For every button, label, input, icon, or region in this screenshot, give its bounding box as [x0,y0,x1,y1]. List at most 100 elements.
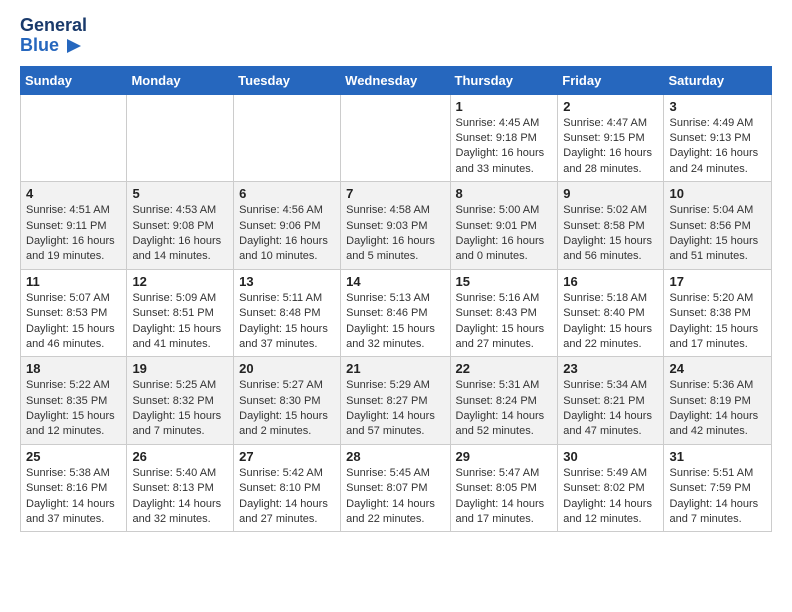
day-number: 3 [669,99,766,114]
logo-arrow-icon [61,39,81,53]
day-info: Sunrise: 4:53 AM Sunset: 9:08 PM Dayligh… [132,203,228,265]
calendar-cell: 30Sunrise: 5:49 AM Sunset: 8:02 PM Dayli… [558,444,664,532]
day-info: Sunrise: 4:56 AM Sunset: 9:06 PM Dayligh… [239,203,335,265]
day-number: 12 [132,274,228,289]
day-info: Sunrise: 5:04 AM Sunset: 8:56 PM Dayligh… [669,203,766,265]
day-info: Sunrise: 4:49 AM Sunset: 9:13 PM Dayligh… [669,116,766,178]
calendar-cell: 25 Sunrise: 5:38 AM Sunset: 8:16 PM Dayli… [21,444,127,532]
calendar-cell [234,94,341,182]
day-info: Sunrise: 5:34 AM Sunset: 8:21 PM Dayligh… [563,378,658,440]
calendar-week-3: 11 Sunrise: 5:07 AM Sunset: 8:53 PM Dayli… [21,269,772,357]
day-number: 9 [563,186,658,201]
day-number: 8 [456,186,553,201]
day-info: Sunrise: 4:51 AM Sunset: 9:11 PM Dayligh… [26,203,121,265]
calendar-cell [127,94,234,182]
calendar-cell [21,94,127,182]
day-number: 27 [239,449,335,464]
day-info: Sunrise: 5:29 AM Sunset: 8:27 PM Dayligh… [346,378,444,440]
day-number: 4 [26,186,121,201]
calendar-cell: 12Sunrise: 5:09 AM Sunset: 8:51 PM Dayli… [127,269,234,357]
calendar-week-4: 18 Sunrise: 5:22 AM Sunset: 8:35 PM Dayli… [21,357,772,445]
day-info: Sunrise: 5:25 AM Sunset: 8:32 PM Dayligh… [132,378,228,440]
weekday-header-friday: Friday [558,66,664,94]
day-number: 31 [669,449,766,464]
calendar-cell: 21 Sunrise: 5:29 AM Sunset: 8:27 PM Dayli… [341,357,450,445]
calendar-cell: 18 Sunrise: 5:22 AM Sunset: 8:35 PM Dayli… [21,357,127,445]
calendar-cell: 31 Sunrise: 5:51 AM Sunset: 7:59 PM Dayli… [664,444,772,532]
calendar-cell: 28 Sunrise: 5:45 AM Sunset: 8:07 PM Dayli… [341,444,450,532]
calendar-cell: 10Sunrise: 5:04 AM Sunset: 8:56 PM Dayli… [664,182,772,270]
day-number: 13 [239,274,335,289]
day-number: 25 [26,449,121,464]
logo-text-blue: Blue [20,36,81,56]
calendar-cell: 16Sunrise: 5:18 AM Sunset: 8:40 PM Dayli… [558,269,664,357]
calendar-cell: 5 Sunrise: 4:53 AM Sunset: 9:08 PM Daylig… [127,182,234,270]
calendar-header: SundayMondayTuesdayWednesdayThursdayFrid… [21,66,772,94]
day-number: 7 [346,186,444,201]
day-info: Sunrise: 5:27 AM Sunset: 8:30 PM Dayligh… [239,378,335,440]
day-info: Sunrise: 5:40 AM Sunset: 8:13 PM Dayligh… [132,466,228,528]
calendar-body: 1 Sunrise: 4:45 AM Sunset: 9:18 PM Daylig… [21,94,772,532]
day-number: 21 [346,361,444,376]
page: GeneralBlue SundayMondayTuesdayWednesday… [0,0,792,548]
calendar-cell: 11 Sunrise: 5:07 AM Sunset: 8:53 PM Dayli… [21,269,127,357]
day-info: Sunrise: 4:45 AM Sunset: 9:18 PM Dayligh… [456,116,553,178]
day-info: Sunrise: 4:47 AM Sunset: 9:15 PM Dayligh… [563,116,658,178]
day-info: Sunrise: 5:16 AM Sunset: 8:43 PM Dayligh… [456,291,553,353]
calendar-cell: 29Sunrise: 5:47 AM Sunset: 8:05 PM Dayli… [450,444,558,532]
logo-text-general: General [20,16,87,36]
weekday-row: SundayMondayTuesdayWednesdayThursdayFrid… [21,66,772,94]
day-info: Sunrise: 5:02 AM Sunset: 8:58 PM Dayligh… [563,203,658,265]
day-info: Sunrise: 5:00 AM Sunset: 9:01 PM Dayligh… [456,203,553,265]
day-number: 18 [26,361,121,376]
day-info: Sunrise: 5:11 AM Sunset: 8:48 PM Dayligh… [239,291,335,353]
day-info: Sunrise: 5:49 AM Sunset: 8:02 PM Dayligh… [563,466,658,528]
day-number: 22 [456,361,553,376]
day-number: 17 [669,274,766,289]
day-number: 26 [132,449,228,464]
day-info: Sunrise: 5:42 AM Sunset: 8:10 PM Dayligh… [239,466,335,528]
calendar-cell: 22 Sunrise: 5:31 AM Sunset: 8:24 PM Dayli… [450,357,558,445]
day-number: 2 [563,99,658,114]
day-number: 5 [132,186,228,201]
calendar-cell: 14Sunrise: 5:13 AM Sunset: 8:46 PM Dayli… [341,269,450,357]
day-number: 11 [26,274,121,289]
calendar-cell: 20 Sunrise: 5:27 AM Sunset: 8:30 PM Dayli… [234,357,341,445]
calendar-cell: 6Sunrise: 4:56 AM Sunset: 9:06 PM Daylig… [234,182,341,270]
weekday-header-saturday: Saturday [664,66,772,94]
calendar-cell [341,94,450,182]
day-info: Sunrise: 5:45 AM Sunset: 8:07 PM Dayligh… [346,466,444,528]
calendar-cell: 7 Sunrise: 4:58 AM Sunset: 9:03 PM Daylig… [341,182,450,270]
calendar-cell: 4 Sunrise: 4:51 AM Sunset: 9:11 PM Daylig… [21,182,127,270]
day-info: Sunrise: 5:22 AM Sunset: 8:35 PM Dayligh… [26,378,121,440]
weekday-header-thursday: Thursday [450,66,558,94]
calendar-cell: 3 Sunrise: 4:49 AM Sunset: 9:13 PM Daylig… [664,94,772,182]
logo-container: GeneralBlue [20,16,87,56]
calendar-cell: 24Sunrise: 5:36 AM Sunset: 8:19 PM Dayli… [664,357,772,445]
day-info: Sunrise: 5:36 AM Sunset: 8:19 PM Dayligh… [669,378,766,440]
day-info: Sunrise: 4:58 AM Sunset: 9:03 PM Dayligh… [346,203,444,265]
calendar-table: SundayMondayTuesdayWednesdayThursdayFrid… [20,66,772,533]
weekday-header-monday: Monday [127,66,234,94]
day-number: 23 [563,361,658,376]
header: GeneralBlue [20,16,772,56]
day-info: Sunrise: 5:31 AM Sunset: 8:24 PM Dayligh… [456,378,553,440]
day-number: 16 [563,274,658,289]
calendar-cell: 15Sunrise: 5:16 AM Sunset: 8:43 PM Dayli… [450,269,558,357]
day-info: Sunrise: 5:51 AM Sunset: 7:59 PM Dayligh… [669,466,766,528]
day-number: 1 [456,99,553,114]
calendar-cell: 19 Sunrise: 5:25 AM Sunset: 8:32 PM Dayli… [127,357,234,445]
calendar-cell: 17 Sunrise: 5:20 AM Sunset: 8:38 PM Dayli… [664,269,772,357]
day-number: 28 [346,449,444,464]
calendar-cell: 13 Sunrise: 5:11 AM Sunset: 8:48 PM Dayli… [234,269,341,357]
day-info: Sunrise: 5:07 AM Sunset: 8:53 PM Dayligh… [26,291,121,353]
weekday-header-tuesday: Tuesday [234,66,341,94]
calendar-cell: 26 Sunrise: 5:40 AM Sunset: 8:13 PM Dayli… [127,444,234,532]
day-number: 19 [132,361,228,376]
weekday-header-sunday: Sunday [21,66,127,94]
day-info: Sunrise: 5:20 AM Sunset: 8:38 PM Dayligh… [669,291,766,353]
day-info: Sunrise: 5:38 AM Sunset: 8:16 PM Dayligh… [26,466,121,528]
calendar-cell: 27 Sunrise: 5:42 AM Sunset: 8:10 PM Dayli… [234,444,341,532]
day-number: 20 [239,361,335,376]
calendar-cell: 23 Sunrise: 5:34 AM Sunset: 8:21 PM Dayli… [558,357,664,445]
